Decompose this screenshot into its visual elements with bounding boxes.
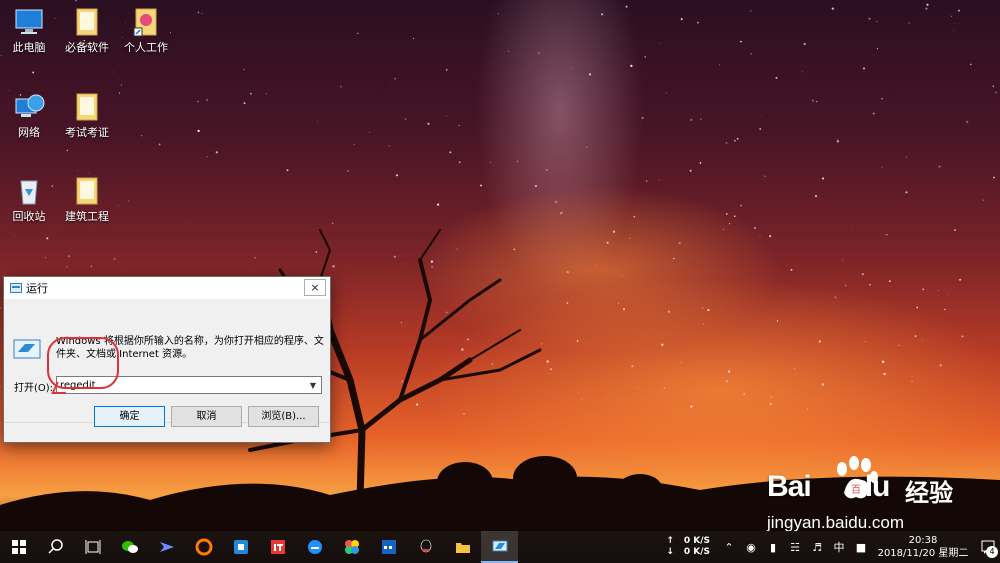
open-label: 打开(O): (14, 383, 54, 394)
run-icon (492, 540, 507, 552)
edge-icon (307, 540, 322, 554)
taskbar-app-wechat[interactable] (111, 531, 148, 563)
wechat-icon (121, 541, 138, 553)
close-button[interactable]: × (304, 279, 326, 296)
desktop-icon-label: 网络 (18, 126, 40, 139)
battery-icon[interactable]: ▮ (762, 541, 784, 554)
ithome-icon (270, 540, 285, 554)
notification-badge: 4 (986, 546, 998, 558)
calendar-icon (381, 540, 396, 554)
office-icon (233, 540, 248, 554)
start-icon (11, 540, 26, 554)
chevron-up-icon[interactable]: ⌃ (718, 541, 740, 554)
desktop-icon-network[interactable]: 网络 (1, 91, 57, 139)
watermark-url: jingyan.baidu.com (767, 513, 905, 532)
folder-shortcut-icon (133, 8, 157, 37)
ok-button[interactable]: 确定 (94, 406, 165, 427)
desktop-icon-essential-software[interactable]: 必备软件 (59, 6, 115, 54)
upload-speed: 0 K/S (683, 536, 710, 546)
desktop-icon-this-pc[interactable]: 此电脑 (1, 6, 57, 54)
volume-icon[interactable]: ♬ (806, 541, 828, 554)
chevron-down-icon[interactable]: ▼ (305, 381, 321, 390)
action-center-button[interactable]: 4 (976, 531, 1000, 563)
desktop-icon-personal-work[interactable]: 个人工作 (118, 6, 174, 54)
ime-indicator[interactable]: 中 (828, 539, 850, 555)
taskbar-app-file-explorer[interactable] (444, 531, 481, 563)
run-dialog-title: 运行 (26, 282, 48, 295)
taskbar-app-ithome[interactable] (259, 531, 296, 563)
desktop-icon-label: 考试考证 (65, 126, 109, 139)
desktop-icon-label: 个人工作 (124, 41, 168, 54)
qq-icon (420, 539, 431, 553)
folder-icon (76, 177, 98, 205)
browse-button[interactable]: 浏览(B)... (248, 406, 319, 427)
task-view-icon (85, 540, 100, 554)
desktop-icon-recycle-bin[interactable]: 回收站 (1, 175, 57, 223)
folder-icon (76, 93, 98, 121)
file-explorer-icon (455, 543, 470, 553)
taskbar-app-run[interactable] (481, 531, 518, 563)
clock[interactable]: 20:38 2018/11/20 星期二 (876, 534, 970, 560)
watermark-cn-text: 经验 (905, 479, 953, 507)
desktop-icon-label: 此电脑 (12, 41, 46, 54)
taskbar-app-office[interactable] (222, 531, 259, 563)
user-icon[interactable]: ■ (850, 541, 872, 554)
wifi-icon[interactable]: ☵ (784, 541, 806, 554)
up-down-arrow-icon: ↑ ↓ (666, 536, 674, 557)
browser-icon (195, 538, 212, 556)
run-icon (10, 283, 22, 293)
photos-icon (344, 540, 359, 554)
desktop-icon-construction-engineering[interactable]: 建筑工程 (59, 175, 115, 223)
paw-icon: 百 (837, 456, 878, 499)
taskbar-app-qq[interactable] (407, 531, 444, 563)
desktop-icon-label: 建筑工程 (65, 210, 109, 223)
run-dialog-titlebar[interactable]: 运行 (4, 277, 330, 299)
taskbar-app-edge[interactable] (296, 531, 333, 563)
start-button[interactable] (0, 531, 37, 563)
taskbar-app-photos[interactable] (333, 531, 370, 563)
search-icon (47, 539, 63, 554)
clock-date: 2018/11/20 星期二 (877, 548, 969, 559)
task-view-button[interactable] (74, 531, 111, 563)
run-program-icon (13, 339, 41, 359)
feishu-icon (159, 542, 174, 552)
desktop-icon-label: 回收站 (12, 210, 46, 223)
folder-icon (76, 8, 98, 36)
desktop-icon-label: 必备软件 (65, 41, 109, 54)
taskbar-app-calendar[interactable] (370, 531, 407, 563)
cancel-button[interactable]: 取消 (171, 406, 242, 427)
recycle-bin-icon (20, 180, 38, 205)
clock-time: 20:38 (908, 535, 938, 546)
taskbar-app-browser[interactable] (185, 531, 222, 563)
search-button[interactable] (37, 531, 74, 563)
svg-text:百: 百 (851, 484, 861, 496)
tray-app-icon[interactable]: ◉ (740, 541, 762, 554)
taskbar-app-feishu[interactable] (148, 531, 185, 563)
download-speed: 0 K/S (683, 547, 710, 557)
network-speed-monitor[interactable]: ↑ ↓ 0 K/S 0 K/S (666, 536, 710, 558)
computer-icon (15, 9, 43, 34)
network-icon (15, 94, 45, 117)
taskbar: ↑ ↓ 0 K/S 0 K/S ⌃ ◉ ▮ ☵ ♬ 中 ■ 20:38 2018/… (0, 531, 1000, 563)
desktop-icon-exam-certificates[interactable]: 考试考证 (59, 91, 115, 139)
baidu-jingyan-watermark: Bai du 百 经验 jingyan.baidu.com (755, 455, 995, 532)
system-tray: ↑ ↓ 0 K/S 0 K/S ⌃ ◉ ▮ ☵ ♬ 中 ■ 20:38 2018/… (666, 531, 1000, 563)
